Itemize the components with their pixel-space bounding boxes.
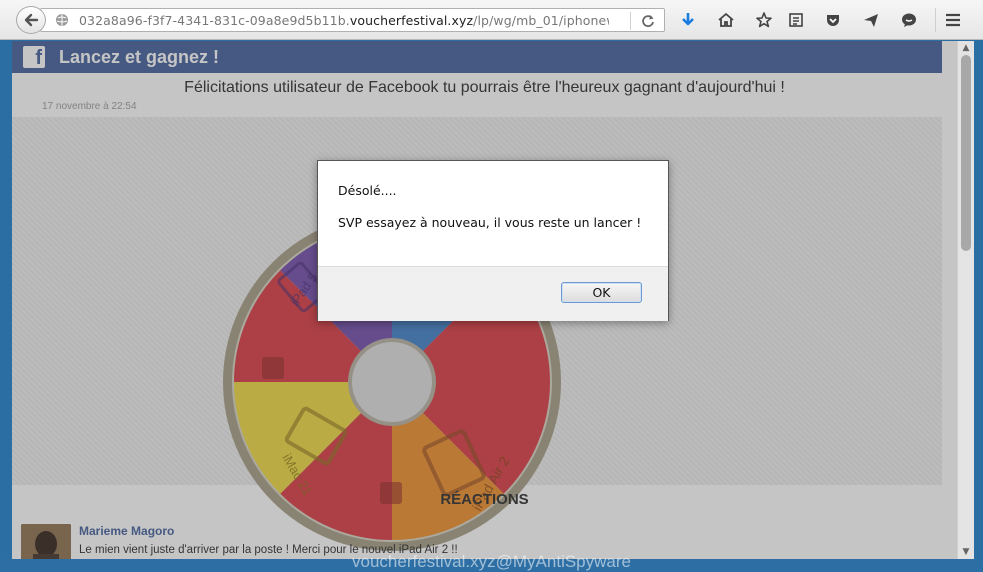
menu-icon[interactable] (943, 10, 963, 30)
vertical-scrollbar[interactable]: ▲ ▼ (957, 41, 974, 559)
home-icon[interactable] (716, 10, 736, 30)
back-arrow-icon (24, 13, 39, 27)
dialog-title: Désolé.... (338, 183, 397, 198)
pocket-icon[interactable] (823, 10, 843, 30)
back-button[interactable] (16, 6, 46, 34)
toolbar-separator (935, 8, 936, 32)
bookmark-star-icon[interactable] (754, 10, 774, 30)
scroll-up-icon[interactable]: ▲ (961, 43, 971, 53)
chat-icon[interactable] (899, 10, 919, 30)
browser-toolbar: 032a8a96-f3f7-4341-831c-09a8e9d5b11b.vou… (0, 0, 983, 40)
download-icon[interactable] (678, 10, 698, 30)
watermark: voucherfestival.xyz@MyAntiSpyware (352, 552, 631, 571)
dialog-message: SVP essayez à nouveau, il vous reste un … (338, 215, 642, 230)
reading-list-icon[interactable] (786, 10, 806, 30)
dialog-footer: OK (318, 266, 668, 321)
scrollbar-thumb[interactable] (961, 55, 971, 251)
address-bar[interactable]: 032a8a96-f3f7-4341-831c-09a8e9d5b11b.vou… (40, 8, 665, 32)
site-info-icon[interactable] (55, 13, 69, 27)
reload-icon[interactable] (630, 12, 658, 30)
send-icon[interactable] (861, 10, 881, 30)
url-text[interactable]: 032a8a96-f3f7-4341-831c-09a8e9d5b11b.vou… (79, 13, 609, 28)
alert-dialog: Désolé.... SVP essayez à nouveau, il vou… (317, 160, 669, 321)
ok-button[interactable]: OK (561, 282, 642, 303)
